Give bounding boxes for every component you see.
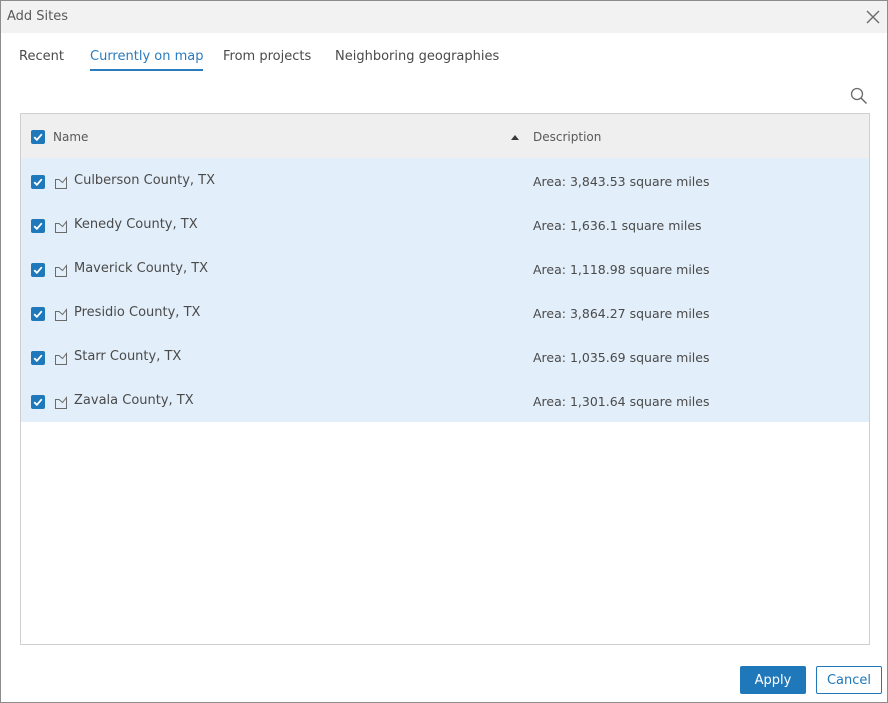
table-row[interactable]: Maverick County, TX Area: 1,118.98 squar… — [21, 246, 869, 290]
table-row[interactable]: Culberson County, TX Area: 3,843.53 squa… — [21, 158, 869, 202]
row-checkbox[interactable] — [31, 351, 45, 365]
row-checkbox[interactable] — [31, 219, 45, 233]
close-icon[interactable] — [863, 7, 883, 27]
apply-button[interactable]: Apply — [740, 666, 806, 694]
polygon-icon — [54, 351, 68, 365]
row-description: Area: 1,636.1 square miles — [533, 218, 702, 233]
row-description: Area: 3,864.27 square miles — [533, 306, 710, 321]
row-name: Presidio County, TX — [74, 305, 201, 320]
tab-recent[interactable]: Recent — [19, 49, 64, 69]
dialog-title: Add Sites — [7, 9, 69, 24]
row-name: Starr County, TX — [74, 349, 182, 364]
table-header: Name Description — [21, 114, 869, 158]
row-name: Culberson County, TX — [74, 173, 216, 188]
dialog-titlebar: Add Sites — [1, 1, 887, 33]
tab-neighboring-geographies[interactable]: Neighboring geographies — [335, 49, 499, 69]
table-body: Culberson County, TX Area: 3,843.53 squa… — [21, 158, 869, 422]
polygon-icon — [54, 307, 68, 321]
row-description: Area: 1,035.69 square miles — [533, 350, 710, 365]
add-sites-dialog: Add Sites Recent Currently on map From p… — [0, 0, 888, 703]
select-all-checkbox[interactable] — [31, 130, 45, 144]
tab-currently-on-map[interactable]: Currently on map — [90, 49, 204, 71]
row-description: Area: 1,301.64 square miles — [533, 394, 710, 409]
table-row[interactable]: Presidio County, TX Area: 3,864.27 squar… — [21, 290, 869, 334]
polygon-icon — [54, 395, 68, 409]
search-icon[interactable] — [849, 86, 869, 106]
row-checkbox[interactable] — [31, 175, 45, 189]
sort-ascending-icon[interactable] — [511, 135, 519, 140]
table-row[interactable]: Starr County, TX Area: 1,035.69 square m… — [21, 334, 869, 378]
tab-from-projects[interactable]: From projects — [223, 49, 311, 69]
column-header-description[interactable]: Description — [533, 130, 601, 144]
column-header-name[interactable]: Name — [53, 130, 88, 144]
polygon-icon — [54, 219, 68, 233]
sites-table: Name Description Culberson County, TX Ar… — [20, 113, 870, 645]
row-checkbox[interactable] — [31, 395, 45, 409]
table-row[interactable]: Zavala County, TX Area: 1,301.64 square … — [21, 378, 869, 422]
table-row[interactable]: Kenedy County, TX Area: 1,636.1 square m… — [21, 202, 869, 246]
tab-bar: Recent Currently on map From projects Ne… — [1, 33, 887, 93]
row-name: Kenedy County, TX — [74, 217, 198, 232]
row-checkbox[interactable] — [31, 307, 45, 321]
row-name: Maverick County, TX — [74, 261, 209, 276]
row-name: Zavala County, TX — [74, 393, 194, 408]
polygon-icon — [54, 175, 68, 189]
row-description: Area: 3,843.53 square miles — [533, 174, 710, 189]
polygon-icon — [54, 263, 68, 277]
cancel-button[interactable]: Cancel — [816, 666, 882, 694]
row-description: Area: 1,118.98 square miles — [533, 262, 710, 277]
row-checkbox[interactable] — [31, 263, 45, 277]
